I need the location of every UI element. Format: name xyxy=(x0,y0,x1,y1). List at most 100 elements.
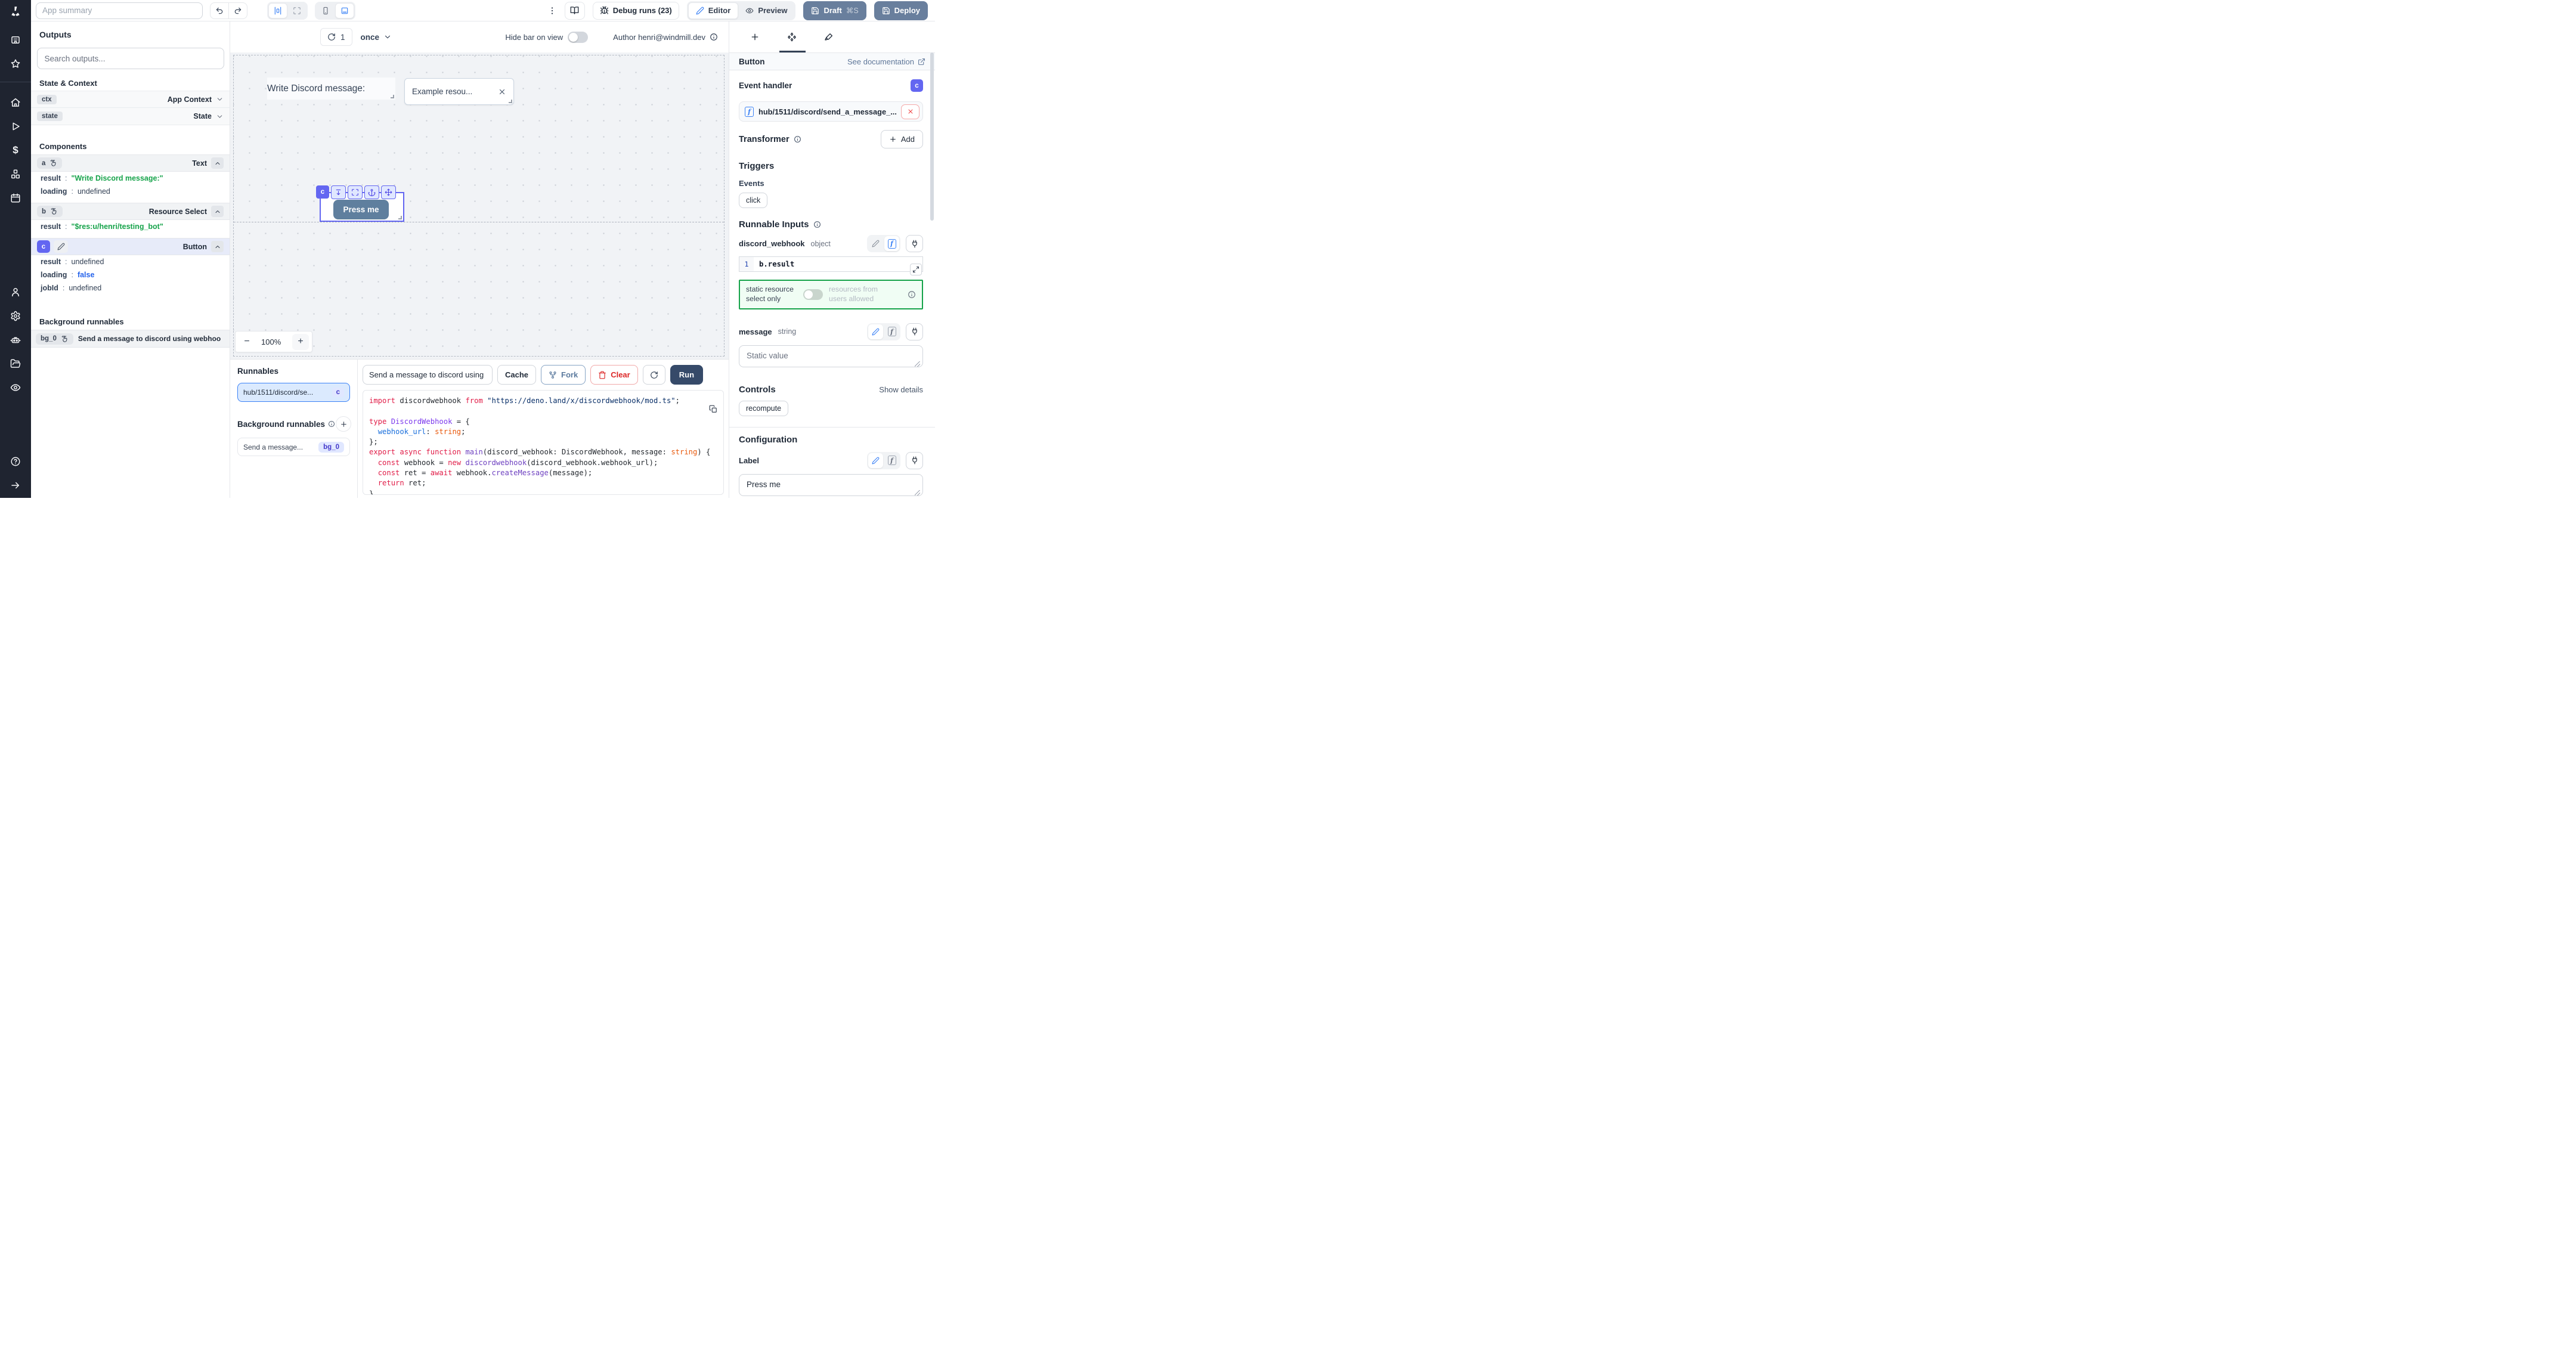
code-editor[interactable]: import discordwebhook from "https://deno… xyxy=(363,390,724,495)
more-menu-icon[interactable] xyxy=(547,6,557,16)
schedules-icon[interactable] xyxy=(10,193,21,203)
deploy-button[interactable]: Deploy xyxy=(874,1,928,20)
component-id-chip[interactable]: c xyxy=(316,185,329,199)
connect-plug-icon[interactable] xyxy=(906,452,923,469)
app-canvas[interactable]: Write Discord message: Example resou... … xyxy=(230,52,729,359)
expand-editor-icon[interactable] xyxy=(910,264,922,275)
resource-select-component[interactable]: Example resou... xyxy=(404,78,514,105)
component-b-badge[interactable]: b xyxy=(37,206,63,217)
clear-button[interactable]: Clear xyxy=(590,365,638,385)
app-summary-input[interactable] xyxy=(36,2,203,19)
desktop-view-button[interactable] xyxy=(335,3,354,18)
eval-mode-function-icon[interactable]: f xyxy=(884,453,899,468)
chevron-down-icon[interactable] xyxy=(216,95,224,103)
tab-editor[interactable]: Editor xyxy=(688,2,739,19)
docs-book-button[interactable] xyxy=(565,2,585,20)
mobile-view-button[interactable] xyxy=(316,3,335,18)
info-icon[interactable] xyxy=(328,420,335,428)
workers-robot-icon[interactable] xyxy=(10,335,21,345)
add-transformer-button[interactable]: Add xyxy=(881,130,923,148)
draft-button[interactable]: Draft ⌘S xyxy=(803,1,866,20)
collapse-chevron-up-icon[interactable] xyxy=(211,241,224,252)
home-icon[interactable] xyxy=(10,97,21,108)
event-handler-runnable[interactable]: f hub/1511/discord/send_a_message_... xyxy=(739,101,923,122)
move-icon[interactable] xyxy=(381,185,396,199)
fork-button[interactable]: Fork xyxy=(541,365,586,385)
audit-eye-icon[interactable] xyxy=(10,382,21,393)
info-icon[interactable] xyxy=(710,33,718,41)
connect-plug-icon[interactable] xyxy=(906,235,923,252)
ctx-row[interactable]: ctx App Context xyxy=(31,91,230,108)
favorites-icon[interactable] xyxy=(10,58,21,69)
tab-styling-brush-icon[interactable] xyxy=(810,32,847,42)
edit-id-pencil-icon[interactable] xyxy=(54,240,68,253)
runs-icon[interactable] xyxy=(10,121,21,132)
folders-icon[interactable] xyxy=(10,358,21,369)
tab-insert-plus-icon[interactable] xyxy=(736,32,773,42)
panel-scrollbar[interactable] xyxy=(930,52,934,221)
fullscreen-icon[interactable] xyxy=(348,185,363,199)
message-static-input[interactable] xyxy=(739,345,923,367)
run-button[interactable]: Run xyxy=(670,365,703,385)
static-mode-pencil-icon[interactable] xyxy=(868,236,883,251)
copy-code-icon[interactable] xyxy=(709,405,717,413)
workspace-icon[interactable] xyxy=(10,35,21,45)
state-row[interactable]: state State xyxy=(31,108,230,125)
redo-button[interactable] xyxy=(229,3,247,18)
fullwidth-layout-button[interactable] xyxy=(287,3,306,18)
resize-handle[interactable] xyxy=(398,216,402,219)
add-background-runnable-button[interactable] xyxy=(336,416,351,432)
chevron-down-icon[interactable] xyxy=(216,113,224,120)
background-runnable-row[interactable]: bg_0 Send a message to discord using web… xyxy=(31,330,230,348)
text-component[interactable]: Write Discord message: xyxy=(267,78,395,100)
component-row-a[interactable]: a Text xyxy=(31,154,230,172)
selected-runnable[interactable]: hub/1511/discord/se... c xyxy=(237,383,350,402)
windmill-logo-icon[interactable] xyxy=(10,5,21,17)
component-row-b[interactable]: b Resource Select xyxy=(31,203,230,220)
click-event-chip[interactable]: click xyxy=(739,193,767,208)
center-layout-button[interactable] xyxy=(268,3,287,18)
static-mode-pencil-icon[interactable] xyxy=(868,324,883,339)
zoom-out-button[interactable]: − xyxy=(239,334,255,350)
selected-button-component[interactable]: c Press me xyxy=(320,192,404,222)
component-a-badge[interactable]: a xyxy=(37,157,62,169)
tab-component-settings-icon[interactable] xyxy=(773,32,810,42)
hide-bar-toggle[interactable] xyxy=(568,32,588,43)
background-runnable-item[interactable]: Send a message... bg_0 xyxy=(237,438,350,456)
schedule-dropdown[interactable]: once xyxy=(361,33,392,42)
component-row-c-selected[interactable]: c Button xyxy=(31,238,230,255)
help-icon[interactable] xyxy=(10,456,21,467)
tab-preview[interactable]: Preview xyxy=(738,2,794,19)
info-icon[interactable] xyxy=(908,290,916,299)
cache-button[interactable]: Cache xyxy=(497,365,536,385)
eval-mode-function-icon[interactable]: f xyxy=(884,236,899,251)
dollar-icon[interactable]: $ xyxy=(13,145,18,156)
resources-icon[interactable] xyxy=(10,169,21,179)
info-icon[interactable] xyxy=(813,221,821,228)
collapse-chevron-up-icon[interactable] xyxy=(211,206,224,217)
see-documentation-link[interactable]: See documentation xyxy=(847,57,925,66)
resource-mode-toggle[interactable] xyxy=(803,289,823,300)
recompute-chip[interactable]: recompute xyxy=(739,401,788,416)
remove-handler-x-button[interactable] xyxy=(901,104,919,119)
static-mode-pencil-icon[interactable] xyxy=(868,453,883,468)
clear-x-icon[interactable] xyxy=(498,88,506,96)
collapse-arrow-icon[interactable] xyxy=(10,480,21,491)
search-outputs-input[interactable] xyxy=(37,48,224,69)
collapse-chevron-up-icon[interactable] xyxy=(211,157,224,169)
resize-handle[interactable] xyxy=(509,100,512,103)
show-details-link[interactable]: Show details xyxy=(879,385,923,394)
zoom-in-button[interactable]: + xyxy=(292,334,309,350)
anchor-icon[interactable] xyxy=(364,185,379,199)
press-me-button[interactable]: Press me xyxy=(333,200,389,219)
bg0-badge[interactable]: bg_0 xyxy=(36,333,73,345)
resize-handle[interactable] xyxy=(391,95,394,98)
reload-code-button[interactable] xyxy=(643,365,665,385)
canvas-grid[interactable]: Write Discord message: Example resou... … xyxy=(233,55,724,357)
undo-button[interactable] xyxy=(210,3,228,18)
label-input[interactable] xyxy=(739,474,923,496)
component-c-badge[interactable]: c xyxy=(37,240,50,253)
expand-down-icon[interactable] xyxy=(331,185,346,199)
info-icon[interactable] xyxy=(794,135,801,143)
debug-runs-button[interactable]: Debug runs (23) xyxy=(593,2,679,20)
